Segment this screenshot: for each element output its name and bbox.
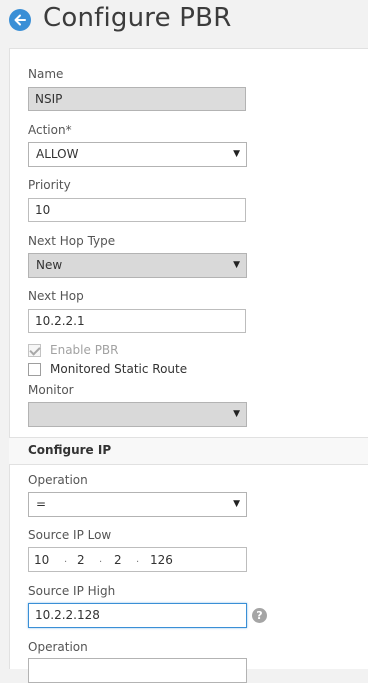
next-hop-input[interactable]: 10.2.2.1	[28, 309, 246, 333]
action-value: ALLOW	[36, 147, 79, 161]
next-hop-type-select[interactable]: New ▼	[28, 253, 247, 278]
dropdown-arrow-icon: ▼	[233, 409, 240, 419]
ip-separator: .	[136, 554, 140, 565]
next-hop-label: Next Hop	[28, 289, 84, 303]
operation-select[interactable]: = ▼	[28, 492, 247, 517]
ip-octet-4[interactable]: 126	[150, 553, 173, 567]
dropdown-arrow-icon: ▼	[233, 149, 240, 159]
page-title: Configure PBR	[43, 3, 232, 33]
source-ip-high-label: Source IP High	[28, 584, 116, 598]
ip-octet-1[interactable]: 10	[34, 553, 49, 567]
configure-ip-section-header: Configure IP	[9, 437, 368, 465]
help-icon[interactable]: ?	[252, 608, 267, 623]
ip-separator: .	[99, 554, 103, 565]
monitor-label: Monitor	[28, 383, 74, 397]
action-label: Action*	[28, 123, 72, 137]
next-hop-type-label: Next Hop Type	[28, 234, 116, 248]
monitored-static-route-label: Monitored Static Route	[50, 362, 188, 376]
enable-pbr-label: Enable PBR	[50, 343, 119, 357]
priority-input[interactable]: 10	[28, 198, 246, 222]
ip-octet-2[interactable]: 2	[77, 553, 85, 567]
operation-value: =	[36, 497, 47, 511]
header-bar: Configure PBR	[0, 0, 368, 40]
ip-octet-3[interactable]: 2	[114, 553, 122, 567]
source-ip-low-label: Source IP Low	[28, 528, 112, 542]
monitored-static-route-row: Monitored Static Route	[28, 362, 187, 376]
operation2-label: Operation	[28, 640, 88, 654]
operation-label: Operation	[28, 473, 88, 487]
arrow-left-icon	[14, 14, 26, 26]
enable-pbr-row: Enable PBR	[28, 343, 119, 357]
back-button[interactable]	[9, 9, 31, 31]
ip-separator: .	[64, 554, 68, 565]
configure-ip-title: Configure IP	[28, 443, 112, 457]
name-field: NSIP	[28, 87, 246, 111]
dropdown-arrow-icon: ▼	[233, 499, 240, 509]
action-select[interactable]: ALLOW ▼	[28, 142, 247, 167]
enable-pbr-checkbox[interactable]	[28, 343, 41, 357]
operation2-select[interactable]	[28, 658, 247, 683]
monitor-select[interactable]: ▼	[28, 402, 247, 427]
source-ip-high-input[interactable]: 10.2.2.128	[28, 603, 247, 628]
name-label: Name	[28, 67, 64, 81]
next-hop-type-value: New	[36, 258, 63, 272]
source-ip-low-input[interactable]: 10 . 2 . 2 . 126	[28, 547, 247, 572]
dropdown-arrow-icon: ▼	[233, 260, 240, 270]
monitored-static-route-checkbox[interactable]	[28, 362, 41, 376]
priority-label: Priority	[28, 178, 71, 192]
